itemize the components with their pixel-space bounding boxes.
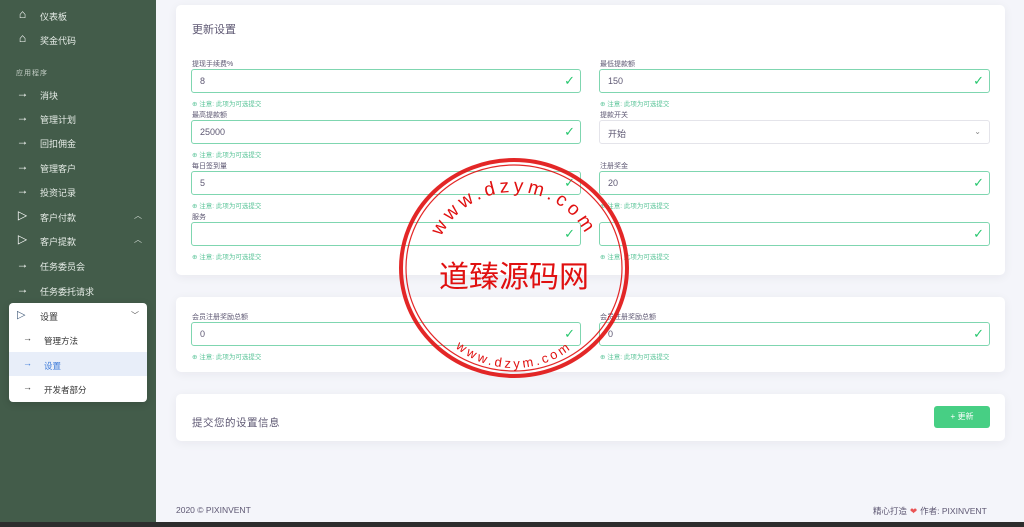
sidebar-item-plans[interactable]: → 管理计划 — [0, 106, 156, 130]
sidebar-item-task-committee[interactable]: → 任务委员会 — [0, 253, 156, 277]
play-icon: ▷ — [17, 208, 28, 222]
arrow-right-icon: → — [23, 358, 32, 368]
sidebar-item-payments[interactable]: ▷ 客户付款 ︿ — [0, 204, 156, 228]
submenu-item-settings[interactable]: → 设置 — [9, 352, 147, 376]
footer-crafted: 精心打造 — [873, 506, 908, 516]
register-bonus-input[interactable]: 20 ✓ — [599, 171, 990, 195]
play-icon: ▷ — [17, 232, 28, 246]
arrow-right-icon: → — [23, 382, 32, 392]
input-value: 150 — [608, 76, 624, 86]
min-withdraw-label: 最低提款额 — [600, 61, 635, 68]
sidebar-item-rebate[interactable]: → 回扣佣金 — [0, 130, 156, 154]
check-icon: ✓ — [973, 326, 984, 341]
fee-label: 提现手续费% — [192, 61, 234, 68]
input-value: 5 — [200, 178, 206, 188]
daily-sign-label: 每日签到量 — [192, 163, 227, 170]
sidebar-item-blocks[interactable]: → 消块 — [0, 82, 156, 106]
check-icon: ✓ — [973, 175, 984, 190]
input-value: 25000 — [200, 127, 226, 137]
chevron-down-icon: ﹀ — [131, 311, 139, 320]
max-withdraw-label: 最高提款额 — [192, 112, 227, 119]
input-value: 0 — [200, 329, 206, 339]
select-value: 开始 — [608, 129, 627, 139]
svg-text:www.dzym.com: www.dzym.com — [427, 176, 601, 240]
sidebar-item-label: 管理计划 — [40, 115, 77, 125]
sidebar-item-label: 任务委托请求 — [40, 287, 95, 297]
chevron-up-icon: ︿ — [134, 211, 142, 220]
submit-title: 提交您的设置信息 — [192, 417, 280, 429]
chevron-up-icon: ︿ — [134, 235, 142, 244]
field-help: ⊕ 注意: 此项为可选提交 — [192, 101, 262, 108]
sidebar-item-label: 管理客户 — [40, 164, 77, 174]
submit-card: 提交您的设置信息 + 更新 — [176, 394, 1005, 441]
watermark-seal: www.dzym.com 道臻源码网 www.dzym.com — [399, 158, 629, 378]
sidebar-item-withdrawals[interactable]: ▷ 客户提款 ︿ — [0, 228, 156, 252]
check-icon: ✓ — [564, 124, 575, 139]
sidebar-item-label: 仪表板 — [40, 12, 68, 22]
watermark-url-top: www.dzym.com — [427, 176, 597, 240]
heart-icon: ❤ — [910, 506, 918, 516]
fee-input[interactable]: 8 ✓ — [191, 69, 581, 93]
sidebar-item-label: 客户提款 — [40, 237, 77, 247]
check-icon: ✓ — [564, 73, 575, 88]
check-icon: ✓ — [973, 226, 984, 241]
arrow-right-icon: → — [16, 134, 29, 148]
field-help: ⊕ 注意: 此项为可选提交 — [600, 101, 670, 108]
sidebar-item-label: 消块 — [40, 91, 59, 101]
sidebar-item-customers[interactable]: → 管理客户 — [0, 155, 156, 179]
sidebar-submenu-settings: ▷ 设置 ﹀ → 管理方法 → 设置 → 开发者部分 — [9, 303, 147, 402]
withdraw-switch-select[interactable]: 开始 ⌄ — [599, 120, 990, 144]
field-help: ⊕ 注意: 此项为可选提交 — [192, 254, 262, 261]
sidebar-item-dashboard[interactable]: ⌂ 仪表板 — [0, 3, 156, 27]
service-label: 服务 — [192, 214, 206, 221]
sidebar-item-label: 任务委员会 — [40, 262, 86, 272]
max-withdraw-input[interactable]: 25000 ✓ — [191, 120, 581, 144]
sidebar-item-label: 客户付款 — [40, 213, 77, 223]
footer-author-prefix: 作者: — [920, 506, 940, 516]
sidebar: ⌂ 仪表板 ⌂ 奖金代码 应用程序 → 消块 → 管理计划 → 回扣佣金 → 管… — [0, 0, 156, 527]
sidebar-item-settings[interactable]: ▷ 设置 ﹀ — [9, 303, 147, 327]
update-button[interactable]: + 更新 — [934, 406, 990, 428]
chevron-down-icon: ⌄ — [974, 127, 981, 136]
arrow-right-icon: → — [16, 183, 29, 197]
sidebar-section-label: 应用程序 — [16, 70, 48, 77]
sidebar-item-label: 投资记录 — [40, 188, 77, 198]
sidebar-item-task-requests[interactable]: → 任务委托请求 — [0, 278, 156, 302]
submenu-item-label: 设置 — [44, 361, 62, 371]
home-icon: ⌂ — [18, 31, 27, 45]
reward-left-label: 会员注册奖励总额 — [192, 314, 248, 321]
arrow-right-icon: → — [16, 282, 29, 296]
withdraw-switch-label: 提款开关 — [600, 112, 628, 119]
bottom-bar — [0, 522, 1024, 527]
sidebar-item-label: 回扣佣金 — [40, 139, 77, 149]
sidebar-item-label: 设置 — [40, 312, 59, 322]
check-icon: ✓ — [973, 73, 984, 88]
arrow-right-icon: → — [16, 110, 29, 124]
sidebar-item-investments[interactable]: → 投资记录 — [0, 179, 156, 203]
home-icon: ⌂ — [18, 7, 27, 21]
arrow-right-icon: → — [16, 257, 29, 271]
reward-right-input[interactable]: 0 ✓ — [599, 322, 990, 346]
sidebar-item-label: 奖金代码 — [40, 36, 77, 46]
right-bottom-input[interactable]: ✓ — [599, 222, 990, 246]
footer-credit: 精心打造 ❤ 作者: PIXINVENT — [873, 505, 987, 517]
play-icon: ▷ — [17, 309, 26, 321]
submenu-item-developer[interactable]: → 开发者部分 — [9, 376, 147, 400]
arrow-right-icon: → — [23, 333, 32, 343]
arrow-right-icon: → — [16, 159, 29, 173]
field-help: ⊕ 注意: 此项为可选提交 — [192, 152, 262, 159]
page-title: 更新设置 — [192, 24, 236, 36]
field-help: ⊕ 注意: 此项为可选提交 — [192, 203, 262, 210]
submenu-item-methods[interactable]: → 管理方法 — [9, 327, 147, 351]
input-value: 8 — [200, 76, 206, 86]
watermark-text: 道臻源码网 — [439, 260, 589, 295]
submenu-item-label: 管理方法 — [44, 336, 79, 346]
arrow-right-icon: → — [16, 86, 29, 100]
min-withdraw-input[interactable]: 150 ✓ — [599, 69, 990, 93]
submenu-item-label: 开发者部分 — [44, 385, 87, 395]
footer-author: PIXINVENT — [941, 506, 987, 516]
footer-copyright: 2020 © PIXINVENT — [176, 505, 251, 515]
field-help: ⊕ 注意: 此项为可选提交 — [192, 354, 262, 361]
sidebar-item-bonus-code[interactable]: ⌂ 奖金代码 — [0, 27, 156, 51]
